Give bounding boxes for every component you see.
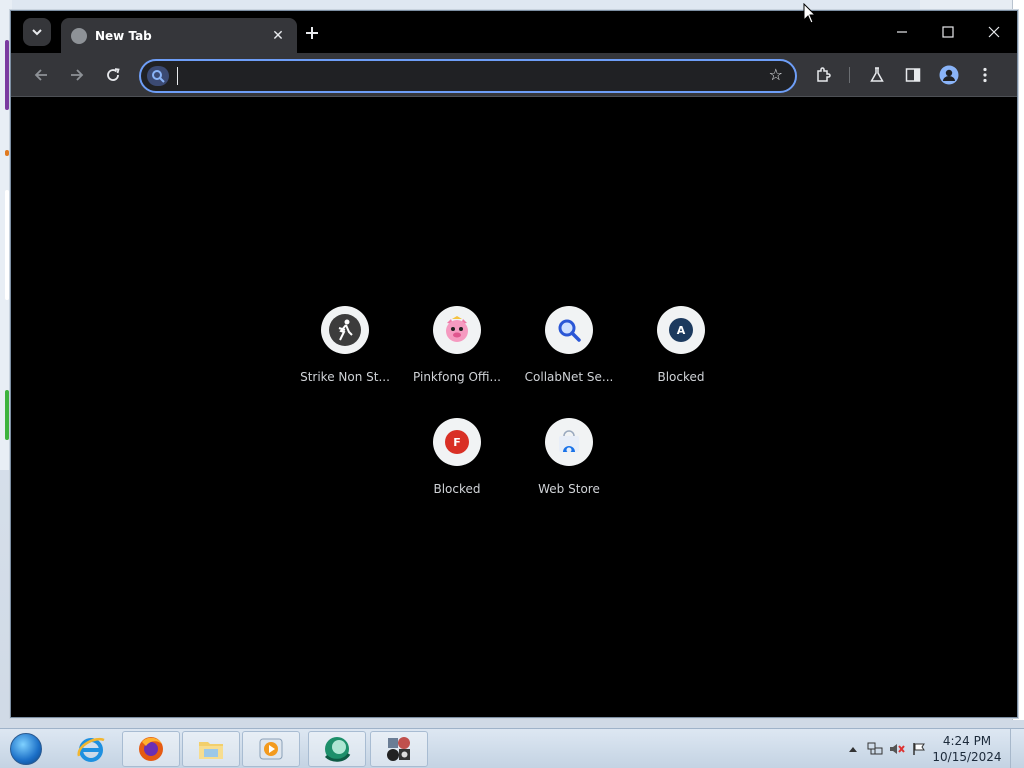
shortcut-tile[interactable]: Pinkfong Offi...: [401, 300, 513, 400]
toolbar-separator: [849, 67, 850, 83]
new-tab-button[interactable]: [299, 20, 325, 46]
internet-explorer-icon: [77, 737, 105, 762]
chrome-app-icon: [324, 737, 351, 762]
shortcut-label: Blocked: [657, 370, 705, 384]
clock-date: 10/15/2024: [932, 750, 1002, 764]
extensions-button[interactable]: [809, 61, 837, 89]
shortcut-label: Strike Non St...: [300, 370, 390, 384]
back-button[interactable]: [27, 61, 55, 89]
taskbar-media-player[interactable]: [242, 731, 300, 767]
pinkfong-icon: [446, 316, 468, 342]
text-cursor: [177, 67, 178, 85]
address-input[interactable]: [177, 65, 757, 87]
shortcut-icon-circle: [545, 306, 593, 354]
strike-icon: [329, 314, 361, 346]
app-group-icon: [387, 737, 410, 761]
shortcut-tile[interactable]: Strike Non St...: [289, 300, 401, 400]
plus-icon: [306, 27, 318, 39]
shortcut-label: Web Store: [538, 482, 600, 496]
menu-button[interactable]: [971, 61, 999, 89]
globe-icon: [71, 27, 87, 44]
shortcut-icon-circle: F: [433, 418, 481, 466]
tab-new-tab[interactable]: New Tab ✕: [61, 18, 297, 53]
minimize-button[interactable]: [879, 11, 925, 53]
start-button[interactable]: [6, 731, 46, 767]
browser-toolbar: ☆: [11, 53, 1017, 97]
volume-muted-icon[interactable]: [886, 738, 908, 760]
maximize-icon: [942, 26, 954, 38]
shortcut-tile[interactable]: A Blocked: [625, 300, 737, 400]
shortcut-label: CollabNet Se...: [524, 370, 614, 384]
search-icon: [147, 66, 169, 86]
forward-button[interactable]: [63, 61, 91, 89]
taskbar-firefox[interactable]: [122, 731, 180, 767]
labs-button[interactable]: [863, 61, 891, 89]
shortcut-icon-circle: A: [657, 306, 705, 354]
bookmark-star-icon[interactable]: ☆: [769, 65, 783, 84]
title-bar: New Tab ✕: [11, 11, 1017, 53]
taskbar: 4:24 PM 10/15/2024: [0, 728, 1024, 768]
show-hidden-icons-button[interactable]: [842, 738, 864, 760]
caret-up-icon: [849, 747, 857, 752]
close-window-button[interactable]: [971, 11, 1017, 53]
shortcut-tile[interactable]: CollabNet Se...: [513, 300, 625, 400]
arrow-left-icon: [34, 69, 47, 81]
taskbar-internet-explorer[interactable]: [62, 731, 120, 767]
taskbar-chrome-app[interactable]: [308, 731, 366, 767]
media-player-icon: [259, 738, 283, 760]
letter-badge: A: [669, 318, 693, 342]
tab-title: New Tab: [95, 28, 152, 43]
shortcut-tile[interactable]: F Blocked: [401, 412, 513, 512]
folder-icon: [199, 742, 223, 759]
webstore-icon: [559, 430, 579, 453]
clock-time: 4:24 PM: [942, 734, 992, 748]
side-panel-button[interactable]: [899, 61, 927, 89]
reload-button[interactable]: [99, 61, 127, 89]
system-tray: 4:24 PM 10/15/2024: [842, 729, 1024, 768]
taskbar-file-explorer[interactable]: [182, 731, 240, 767]
shortcut-label: Blocked: [433, 482, 481, 496]
avatar-icon: [939, 65, 959, 85]
action-center-flag-icon[interactable]: [908, 738, 930, 760]
profile-button[interactable]: [935, 61, 963, 89]
shortcut-tile[interactable]: Web Store: [513, 412, 625, 512]
minimize-icon: [897, 31, 907, 33]
windows-logo-icon: [10, 733, 42, 765]
browser-window: New Tab ✕ ☆ Strike Non St... Pinkfong Of…: [10, 10, 1018, 718]
maximize-button[interactable]: [925, 11, 971, 53]
flask-icon: [870, 67, 884, 82]
tab-search-button[interactable]: [23, 18, 51, 46]
reload-icon: [107, 68, 120, 81]
clock[interactable]: 4:24 PM 10/15/2024: [930, 733, 1004, 765]
tab-close-icon[interactable]: ✕: [269, 28, 287, 44]
magnifier-icon: [558, 319, 581, 342]
show-desktop-button[interactable]: [1010, 729, 1024, 768]
address-bar[interactable]: ☆: [139, 59, 797, 93]
letter-badge: F: [445, 430, 469, 454]
shortcut-icon-circle: [321, 306, 369, 354]
mouse-cursor-icon: [803, 3, 817, 24]
new-tab-page: Strike Non St... Pinkfong Offi... Collab…: [11, 98, 1017, 717]
shortcut-label: Pinkfong Offi...: [413, 370, 501, 384]
window-controls: [879, 11, 1017, 53]
arrow-right-icon: [71, 69, 84, 81]
chevron-down-icon: [32, 29, 42, 36]
close-icon: [988, 26, 1000, 38]
shortcut-icon-circle: [545, 418, 593, 466]
taskbar-app-window[interactable]: [370, 731, 428, 767]
side-panel-icon: [905, 68, 921, 82]
kebab-menu-icon: [983, 67, 987, 83]
puzzle-icon: [817, 67, 831, 82]
firefox-icon: [139, 737, 163, 761]
network-icon[interactable]: [864, 738, 886, 760]
shortcut-icon-circle: [433, 306, 481, 354]
